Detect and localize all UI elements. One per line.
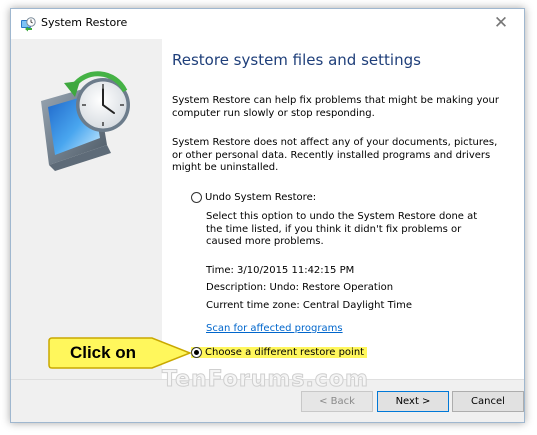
watermark: TenForums.com [162,367,369,393]
note-text: System Restore does not affect any of yo… [172,137,498,173]
choose-option-label: Choose a different restore point [205,347,365,358]
restore-time: Time: 3/10/2015 11:42:15 PM [206,265,355,276]
wizard-content: Restore system files and settings System… [162,39,524,379]
callout-label: Click on [69,343,137,362]
choose-radio-button[interactable] [191,347,202,358]
intro-text: System Restore can help fix problems tha… [172,95,499,119]
window-title: System Restore [41,16,128,29]
scan-affected-programs-link[interactable]: Scan for affected programs [206,323,496,336]
system-restore-clock-icon [41,71,130,171]
next-button[interactable]: Next > [377,391,449,412]
undo-restore-option[interactable]: Undo System Restore: [191,192,316,203]
undo-radio-button[interactable] [191,192,202,203]
close-button[interactable]: ✕ [478,9,524,39]
back-button[interactable]: < Back [301,391,373,412]
undo-option-label: Undo System Restore: [205,192,317,203]
choose-restore-point-option[interactable]: Choose a different restore point [191,347,368,358]
title-bar: System Restore ✕ [11,9,524,39]
restore-description: Description: Undo: Restore Operation [206,282,394,293]
close-icon: ✕ [493,13,509,33]
cancel-button[interactable]: Cancel [452,391,524,412]
system-restore-app-icon [21,17,36,32]
page-heading: Restore system files and settings [172,51,421,69]
restore-timezone: Current time zone: Central Daylight Time [206,300,413,311]
wizard-sidebar [11,39,162,379]
undo-description: Select this option to undo the System Re… [206,211,478,247]
click-on-callout: Click on [48,337,192,369]
